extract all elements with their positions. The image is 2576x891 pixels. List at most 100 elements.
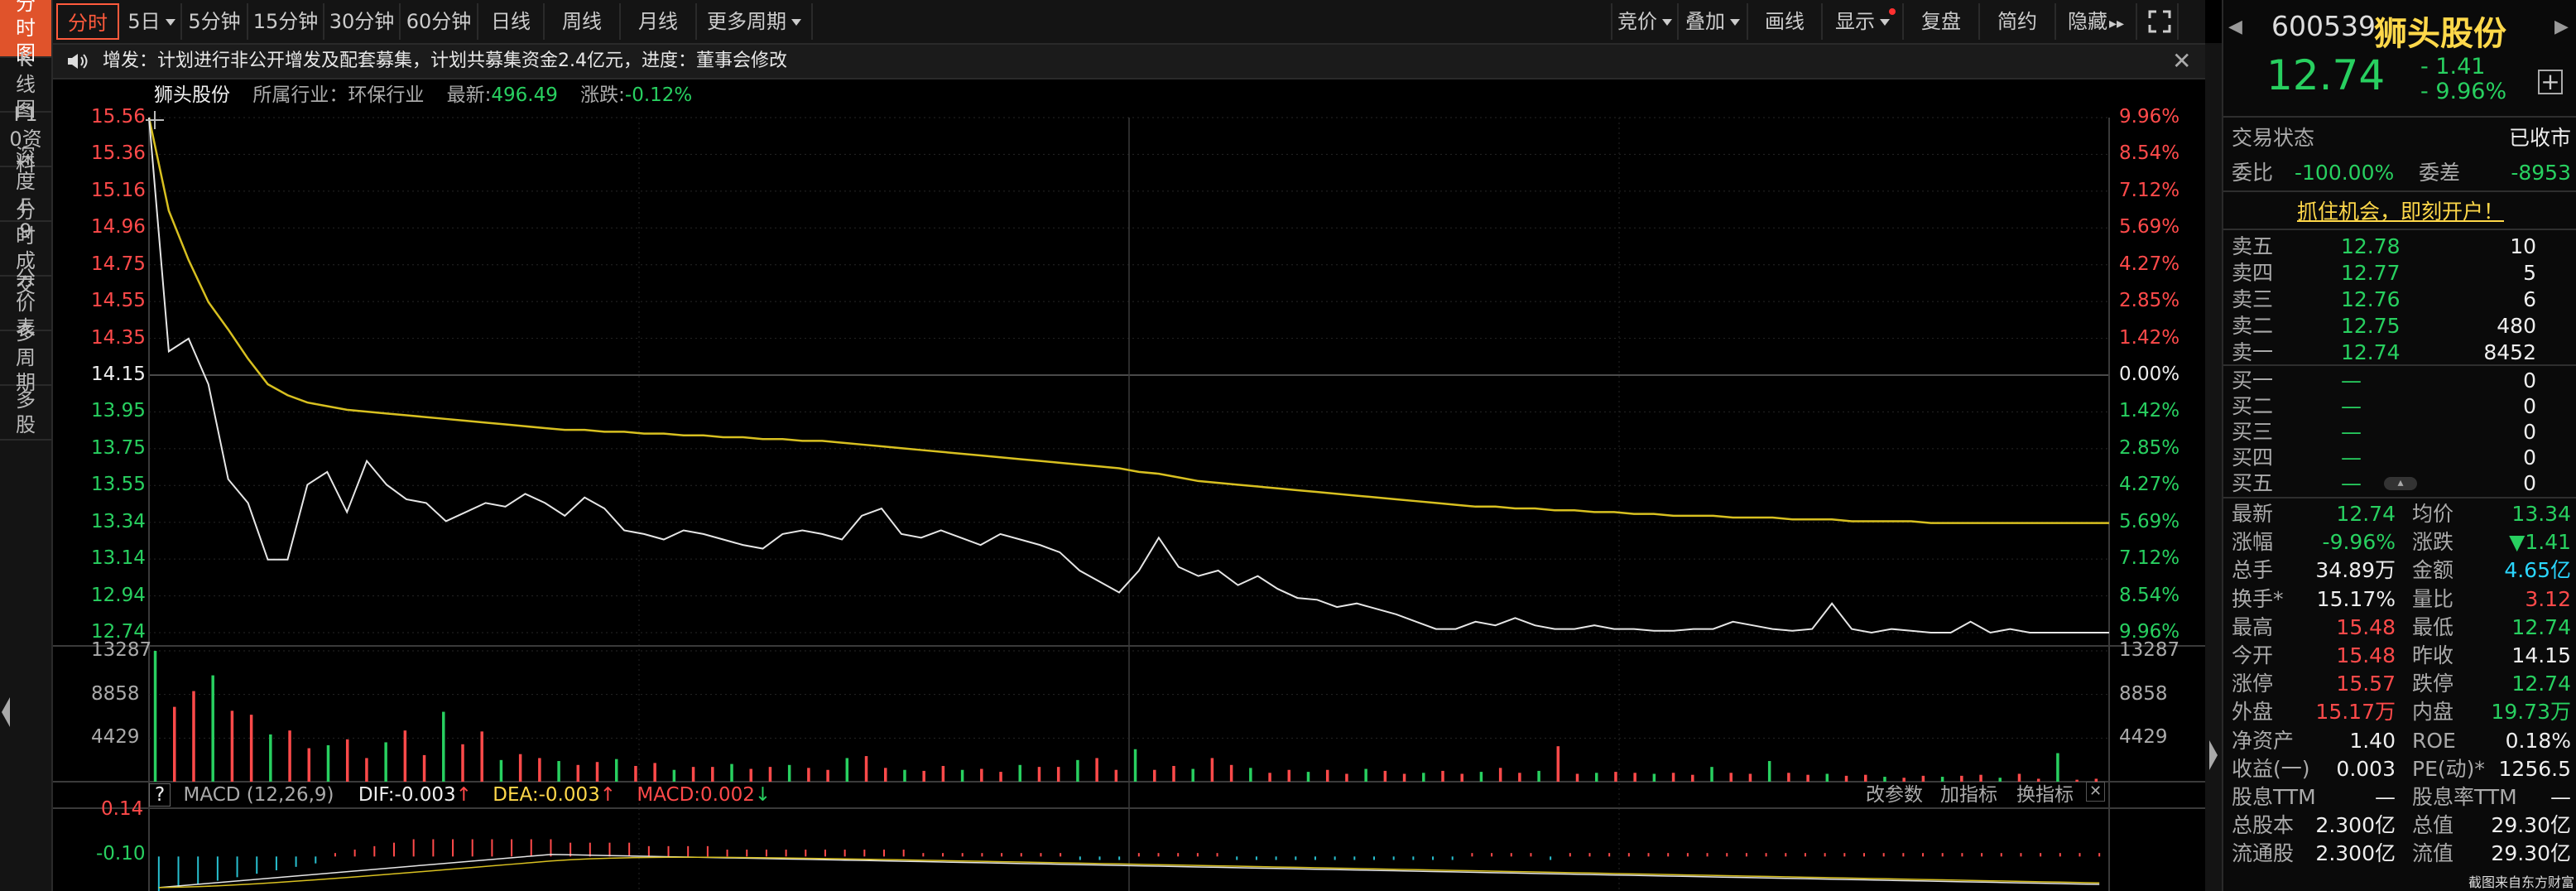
stat-value: — <box>2550 785 2571 809</box>
open-account-link[interactable]: 抓住机会，即刻开户！ <box>2223 195 2576 225</box>
volume-bar <box>1729 773 1733 782</box>
wb-label: 委比 <box>2232 161 2274 185</box>
quote-panel: ◀ 600539 狮头股份 ▶ 12.74 - 1.41 - 9.96% + 交… <box>2222 0 2576 891</box>
ask-row[interactable]: 卖三 12.76 6 <box>2232 287 2571 313</box>
stat-row: 流通股 2.300亿 流值 29.30亿 <box>2232 840 2571 867</box>
volume-bar <box>1441 770 1444 782</box>
volume-bar <box>576 764 580 782</box>
volume-bar <box>595 762 599 782</box>
pct-tick-label: 4.27% <box>2119 253 2180 275</box>
stat-value: 3.12 <box>2525 586 2571 611</box>
volume-bar <box>1153 769 1156 782</box>
price-change: - 1.41 <box>2420 54 2486 79</box>
volume-bar <box>1921 775 1925 782</box>
volume-bar <box>960 769 964 782</box>
stat-label: 总股本 <box>2232 813 2295 838</box>
volume-bars <box>153 651 2098 782</box>
add-indicator-button[interactable]: 加指标 <box>1940 782 1997 808</box>
pct-tick-label: 8.54% <box>2119 584 2180 606</box>
volume-bar <box>518 754 522 782</box>
macd-tick-label: 0.14 <box>101 798 144 820</box>
ask-row[interactable]: 卖二 12.75 480 <box>2232 313 2571 340</box>
stat-row: 外盘 15.17万 内盘 19.73万 <box>2232 698 2571 725</box>
volume-bar <box>1018 764 1021 782</box>
volume-bar <box>1748 773 1752 782</box>
price-tick-label: 13.34 <box>91 510 146 532</box>
price-tick-label: 14.75 <box>91 253 146 275</box>
volume-bar <box>2017 773 2021 782</box>
stat-row: 总手 34.89万 金额 4.65亿 <box>2232 556 2571 584</box>
volume-bar <box>1614 772 1617 782</box>
ask-label: 卖一 <box>2232 340 2274 364</box>
volume-bar <box>173 706 176 782</box>
ask-volume: 5 <box>2523 261 2536 285</box>
bid-row[interactable]: 买三 — 0 <box>2232 419 2571 445</box>
bid-row[interactable]: 买四 — 0 <box>2232 445 2571 470</box>
volume-bar <box>1325 769 1329 782</box>
volume-bar <box>1172 765 1175 782</box>
ask-volume: 6 <box>2523 287 2536 311</box>
stat-label: 净资产 <box>2232 728 2295 753</box>
stat-row: 涨停 15.57 跌停 12.74 <box>2232 670 2571 697</box>
help-icon[interactable]: ? <box>149 783 171 807</box>
stat-label: 收益(一) <box>2232 756 2310 781</box>
volume-bar <box>941 765 945 782</box>
price-tick-label: 15.56 <box>91 106 146 128</box>
trade-status-label: 交易状态 <box>2232 126 2315 150</box>
stat-label: 最新 <box>2232 502 2274 526</box>
volume-bar <box>1806 774 1809 782</box>
arrow-up-icon: ↑ <box>599 784 617 806</box>
ask-row[interactable]: 卖一 12.74 8452 <box>2232 340 2571 366</box>
stat-value: — <box>2375 785 2396 809</box>
price-change-pct: - 9.96% <box>2420 79 2507 104</box>
volume-bar <box>1076 759 1079 782</box>
stat-value: 15.17万 <box>2315 700 2396 725</box>
pct-tick-label: 7.12% <box>2119 179 2180 201</box>
volume-bar <box>999 772 1002 782</box>
ask-row[interactable]: 卖五 12.78 10 <box>2232 234 2571 260</box>
watermark: 截图来自东方财富 <box>2468 874 2574 890</box>
volume-bar <box>384 742 387 782</box>
volume-bar <box>192 691 195 782</box>
expand-book-icon[interactable]: ▴ <box>2384 477 2417 490</box>
ask-volume: 480 <box>2497 314 2536 338</box>
stat-label: 总值 <box>2412 813 2454 838</box>
volume-bar <box>1825 773 1829 782</box>
close-icon[interactable]: ✕ <box>2086 782 2106 802</box>
switch-indicator-button[interactable]: 换指标 <box>2016 782 2074 808</box>
stat-label: 总手 <box>2232 558 2274 583</box>
volume-bar <box>538 758 541 782</box>
volume-bar <box>614 759 618 782</box>
volume-bar <box>1422 773 1425 782</box>
intraday-chart[interactable] <box>0 0 2222 891</box>
volume-bar <box>922 770 925 782</box>
volume-bar <box>1633 773 1636 782</box>
panel-splitter[interactable] <box>2205 43 2222 891</box>
chart-grid <box>53 117 2205 891</box>
pct-tick-label: 8.54% <box>2119 142 2180 165</box>
bid-price: — <box>2341 446 2362 470</box>
volume-bar <box>1498 768 1502 782</box>
stat-value: 1256.5 <box>2498 756 2571 781</box>
ask-row[interactable]: 卖四 12.77 5 <box>2232 260 2571 287</box>
volume-bar <box>1594 773 1598 782</box>
bid-row[interactable]: 买一 — 0 <box>2232 368 2571 393</box>
stat-row: 涨幅 -9.96% 涨跌 ▼1.41 <box>2232 528 2571 556</box>
add-watchlist-icon[interactable]: + <box>2538 70 2563 94</box>
trade-status-row: 交易状态 已收市 <box>2232 124 2571 152</box>
price-tick-label: 14.96 <box>91 216 146 238</box>
bid-row[interactable]: 买二 — 0 <box>2232 393 2571 419</box>
stat-value: 12.74 <box>2336 502 2396 526</box>
volume-bar <box>903 769 906 782</box>
prev-stock-icon[interactable]: ◀ <box>2228 17 2242 37</box>
collapse-left-handle[interactable] <box>0 696 12 729</box>
edit-params-button[interactable]: 改参数 <box>1866 782 1923 808</box>
volume-bar <box>1210 758 1214 782</box>
volume-bar <box>807 768 810 782</box>
next-stock-icon[interactable]: ▶ <box>2554 17 2569 37</box>
ask-volume: 10 <box>2510 234 2536 258</box>
price-tick-label: 14.35 <box>91 326 146 349</box>
bid-label: 买一 <box>2232 368 2274 393</box>
volume-bar <box>1229 764 1233 782</box>
volume-bar <box>884 768 887 782</box>
